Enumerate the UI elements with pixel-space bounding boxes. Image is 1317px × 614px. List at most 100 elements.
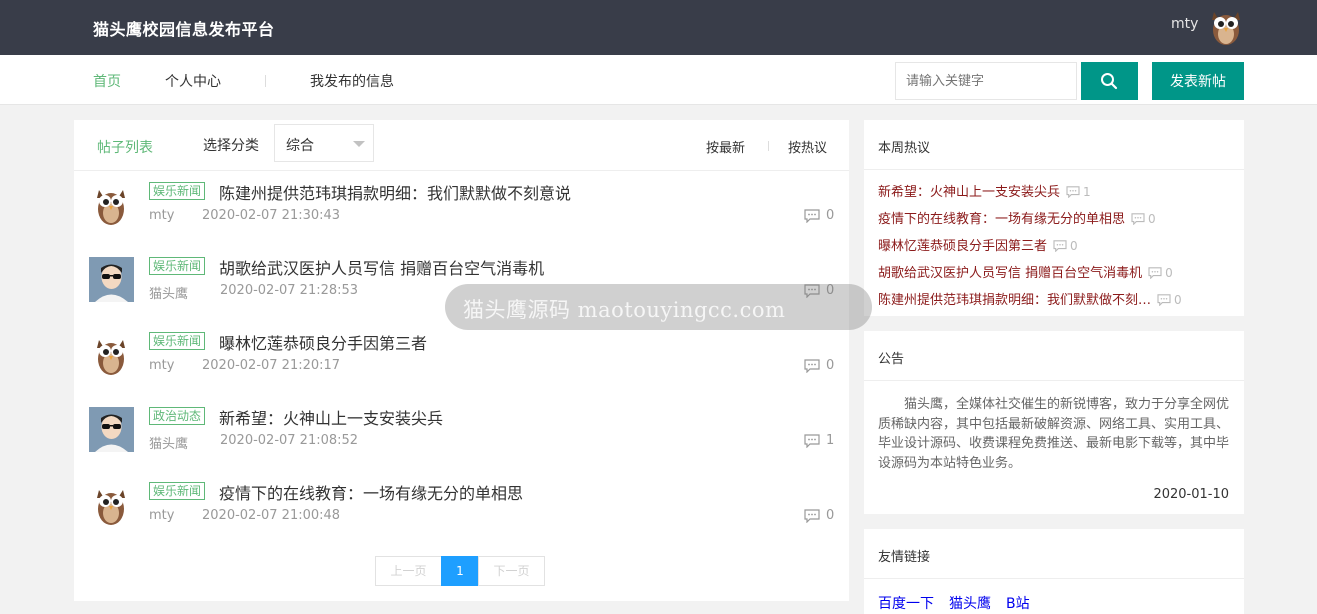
post-row: 娱乐新闻 陈建州提供范玮琪捐款明细：我们默默做不刻意说 mty 2020-02-07 …: [89, 178, 834, 238]
owl-avatar-icon[interactable]: [89, 182, 134, 227]
hot-topic-link[interactable]: 曝林忆莲恭硕良分手因第三者: [878, 239, 1047, 254]
chevron-down-icon: [353, 141, 365, 147]
hot-topic-count: 0: [1157, 293, 1182, 307]
hot-topics-title: 本周热议: [864, 120, 1244, 170]
sort-latest-link[interactable]: 按最新: [706, 137, 745, 156]
post-author[interactable]: mty: [149, 508, 174, 523]
current-page-button[interactable]: 1: [441, 556, 479, 586]
post-comment-count: 0: [826, 358, 835, 373]
post-category-tag[interactable]: 娱乐新闻: [149, 182, 206, 200]
hot-topic-count-value: 0: [1070, 239, 1078, 253]
post-time: 2020-02-07 21:00:48: [202, 508, 341, 523]
watermark: 猫头鹰源码 maotouyingcc.com: [445, 284, 872, 330]
user-name[interactable]: mty: [1171, 16, 1198, 32]
post-title-link[interactable]: 新希望：火神山上一支安装尖兵: [219, 405, 443, 429]
comment-icon: [804, 359, 820, 373]
hot-topic-count-value: 0: [1148, 212, 1156, 226]
post-category-tag[interactable]: 娱乐新闻: [149, 332, 206, 350]
hot-topic-count-value: 1: [1083, 185, 1091, 199]
comment-icon: [804, 209, 820, 223]
post-category-tag[interactable]: 娱乐新闻: [149, 257, 206, 275]
hot-topic-count: 0: [1148, 266, 1173, 280]
hot-topic-count: 1: [1066, 185, 1091, 199]
hot-topic-link[interactable]: 陈建州提供范玮琪捐款明细：我们默默做不刻…: [878, 293, 1151, 308]
hot-topics-panel: 本周热议 新希望：火神山上一支安装尖兵 1 疫情下的在线教育：一场有缘无分的单相思 0…: [864, 120, 1244, 316]
cartoon-avatar-icon[interactable]: [89, 257, 134, 302]
comment-icon: [1148, 267, 1162, 280]
notice-text: 猫头鹰，全媒体社交催生的新锐博客，致力于分享全网优质稀缺内容，其中包括最新破解资…: [878, 397, 1230, 471]
post-time: 2020-02-07 21:30:43: [202, 208, 341, 223]
friend-link-baidu[interactable]: 百度一下: [878, 593, 934, 613]
hot-topic-item: 胡歌给武汉医护人员写信 捐赠百台空气消毒机 0: [878, 262, 1173, 281]
comment-icon: [804, 509, 820, 523]
notice-panel: 公告 猫头鹰，全媒体社交催生的新锐博客，致力于分享全网优质稀缺内容，其中包括最新…: [864, 331, 1244, 514]
category-select[interactable]: 综合: [274, 124, 374, 162]
new-post-button[interactable]: 发表新帖: [1152, 62, 1244, 100]
friend-links-panel: 友情链接 百度一下 猫头鹰 B站: [864, 529, 1244, 614]
post-category-tag[interactable]: 娱乐新闻: [149, 482, 206, 500]
cartoon-avatar-icon[interactable]: [89, 407, 134, 452]
notice-title: 公告: [864, 331, 1244, 381]
post-row: 娱乐新闻 曝林忆莲恭硕良分手因第三者 mty 2020-02-07 21:20:17 0: [89, 328, 834, 388]
category-select-value: 综合: [286, 138, 314, 154]
comment-icon: [1131, 213, 1145, 226]
hot-topic-item: 曝林忆莲恭硕良分手因第三者 0: [878, 235, 1078, 254]
post-title-link[interactable]: 陈建州提供范玮琪捐款明细：我们默默做不刻意说: [219, 180, 571, 204]
hot-topic-count: 0: [1053, 239, 1078, 253]
hot-topic-link[interactable]: 胡歌给武汉医护人员写信 捐赠百台空气消毒机: [878, 266, 1142, 281]
post-author[interactable]: mty: [149, 358, 174, 373]
hot-topic-count-value: 0: [1174, 293, 1182, 307]
category-label: 选择分类: [203, 138, 259, 154]
watermark-text: 猫头鹰源码 maotouyingcc.com: [463, 298, 786, 322]
nav-personal-center[interactable]: 个人中心: [165, 71, 221, 91]
post-author[interactable]: 猫头鹰: [149, 283, 188, 302]
post-author[interactable]: 猫头鹰: [149, 433, 188, 452]
post-title-link[interactable]: 胡歌给武汉医护人员写信 捐赠百台空气消毒机: [219, 255, 544, 279]
friend-link-maotouying[interactable]: 猫头鹰: [949, 593, 991, 613]
notice-date: 2020-01-10: [1153, 487, 1229, 502]
search-input[interactable]: [895, 62, 1077, 100]
friend-link-bilibili[interactable]: B站: [1006, 593, 1030, 613]
post-time: 2020-02-07 21:20:17: [202, 358, 341, 373]
post-comment-count: 0: [826, 208, 835, 223]
search-button[interactable]: [1081, 62, 1138, 100]
comment-icon: [804, 434, 820, 448]
prev-page-button[interactable]: 上一页: [375, 556, 442, 586]
top-bar: 猫头鹰校园信息发布平台 mty: [0, 0, 1317, 55]
owl-avatar-icon[interactable]: [89, 332, 134, 377]
owl-avatar-icon[interactable]: [89, 482, 134, 527]
hot-topic-item: 疫情下的在线教育：一场有缘无分的单相思 0: [878, 208, 1156, 227]
hot-topic-count: 0: [1131, 212, 1156, 226]
comment-icon: [1053, 240, 1067, 253]
post-author[interactable]: mty: [149, 208, 174, 223]
hot-topic-count-value: 0: [1165, 266, 1173, 280]
post-time: 2020-02-07 21:28:53: [220, 283, 359, 298]
hot-topic-link[interactable]: 疫情下的在线教育：一场有缘无分的单相思: [878, 212, 1125, 227]
post-list-title[interactable]: 帖子列表: [97, 137, 153, 157]
nav-home[interactable]: 首页: [93, 71, 121, 91]
post-category-tag[interactable]: 政治动态: [149, 407, 206, 425]
nav-divider: [265, 75, 266, 87]
post-list-panel: 帖子列表 选择分类 综合 按最新 按热议 娱乐新闻 陈建州提供范玮琪捐款明细：我们…: [74, 120, 849, 601]
post-title-link[interactable]: 疫情下的在线教育：一场有缘无分的单相思: [219, 480, 523, 504]
hot-topic-item: 新希望：火神山上一支安装尖兵 1: [878, 181, 1091, 200]
site-brand[interactable]: 猫头鹰校园信息发布平台: [93, 16, 275, 40]
comment-icon: [1066, 186, 1080, 199]
user-avatar-owl-icon[interactable]: [1208, 6, 1244, 46]
sort-hot-link[interactable]: 按热议: [788, 137, 827, 156]
hot-topic-item: 陈建州提供范玮琪捐款明细：我们默默做不刻… 0: [878, 289, 1182, 308]
post-list-header: 帖子列表 选择分类 综合 按最新 按热议: [74, 120, 849, 171]
post-comment-count: 0: [826, 508, 835, 523]
post-row: 政治动态 新希望：火神山上一支安装尖兵 猫头鹰 2020-02-07 21:08:52…: [89, 403, 834, 463]
post-row: 娱乐新闻 疫情下的在线教育：一场有缘无分的单相思 mty 2020-02-07 21:…: [89, 478, 834, 538]
nav-bar: 首页 个人中心 我发布的信息 发表新帖: [0, 55, 1317, 105]
comment-icon: [1157, 294, 1171, 307]
hot-topic-link[interactable]: 新希望：火神山上一支安装尖兵: [878, 185, 1060, 200]
post-title-link[interactable]: 曝林忆莲恭硕良分手因第三者: [219, 330, 427, 354]
sort-divider: [768, 141, 769, 151]
search-icon: [1101, 73, 1118, 90]
pagination: 上一页 1 下一页: [375, 556, 545, 586]
post-comment-count: 1: [826, 433, 835, 448]
nav-my-posts[interactable]: 我发布的信息: [310, 71, 394, 91]
next-page-button[interactable]: 下一页: [478, 556, 545, 586]
